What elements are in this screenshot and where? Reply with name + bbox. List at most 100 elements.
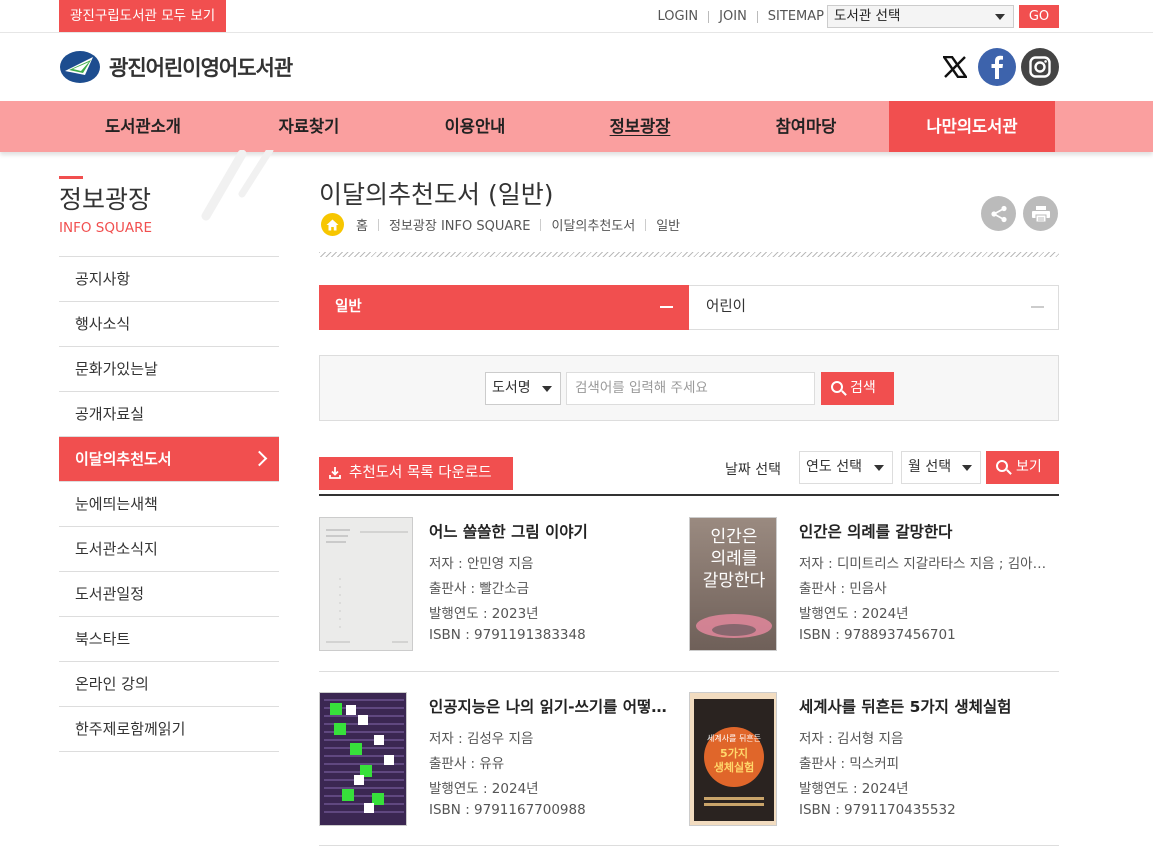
book-author: 저자 : 안민영 지음	[429, 556, 534, 572]
search-field-select[interactable]: 도서명	[485, 372, 561, 405]
sidebar-subtitle: INFO SQUARE	[59, 220, 152, 236]
book-cover[interactable]	[319, 692, 407, 826]
book-item[interactable]: 인간은 의례를 갈망한다 인간은 의례를 갈망한다 저자 : 디미트리스 지갈라…	[689, 517, 1049, 657]
nav-item-search-materials[interactable]: 자료찾기	[225, 101, 393, 152]
sidebar-item-public-archive[interactable]: 공개자료실	[59, 392, 279, 437]
book-item[interactable]: 어느 쓸쓸한 그림 이야기 저자 : 안민영 지음 출판사 : 빨간소금 발행연…	[319, 517, 679, 657]
library-select[interactable]: 도서관 선택	[827, 5, 1014, 28]
search-icon	[996, 460, 1008, 472]
download-button-label: 추천도서 목록 다운로드	[349, 465, 492, 481]
nav-item-about[interactable]: 도서관소개	[59, 101, 227, 152]
book-publisher: 출판사 : 빨간소금	[429, 581, 530, 597]
nav-item-participation[interactable]: 참여마당	[722, 101, 890, 152]
book-title[interactable]: 어느 쓸쓸한 그림 이야기	[429, 520, 679, 542]
minus-icon	[1031, 306, 1044, 308]
chevron-down-icon	[874, 465, 884, 471]
view-button[interactable]: 보기	[986, 451, 1059, 484]
home-icon[interactable]	[321, 213, 344, 236]
chevron-down-icon	[962, 465, 972, 471]
logo-emblem-icon	[60, 51, 100, 83]
view-button-label: 보기	[1016, 459, 1042, 475]
sidebar-item-recommended-books[interactable]: 이달의추천도서	[59, 437, 279, 482]
all-libraries-button[interactable]: 광진구립도서관 모두 보기	[59, 0, 227, 32]
sitemap-link[interactable]: SITEMAP	[768, 9, 824, 24]
sidebar-title-accent	[59, 176, 83, 179]
sidebar-item-bookstart[interactable]: 북스타트	[59, 617, 279, 662]
sidebar-item-newsletter[interactable]: 도서관소식지	[59, 527, 279, 572]
sidebar-item-label: 이달의추천도서	[75, 450, 172, 468]
join-link[interactable]: JOIN	[719, 9, 747, 24]
book-title[interactable]: 인공지능은 나의 읽기-쓰기를 어떻게 바꿀까	[429, 695, 679, 717]
book-title[interactable]: 인간은 의례를 갈망한다	[799, 520, 1049, 542]
go-button[interactable]: GO	[1019, 5, 1059, 28]
facebook-icon[interactable]	[978, 48, 1016, 86]
sidebar-title: 정보광장	[59, 185, 152, 214]
book-year: 발행연도 : 2024년	[799, 781, 909, 797]
sidebar-menu: 공지사항 행사소식 문화가있는날 공개자료실 이달의추천도서 눈에띄는새책 도서…	[59, 256, 279, 752]
svg-text:갈망한다: 갈망한다	[703, 571, 766, 591]
book-cover[interactable]	[319, 517, 413, 651]
book-isbn: ISBN : 9791170435532	[799, 802, 956, 818]
sidebar-item-schedule[interactable]: 도서관일정	[59, 572, 279, 617]
decorative-stripes	[201, 150, 274, 221]
svg-text:세계사를 뒤흔든: 세계사를 뒤흔든	[707, 733, 761, 743]
tab-general[interactable]: 일반	[319, 285, 689, 330]
top-utility-bar: 광진구립도서관 모두 보기 LOGIN JOIN SITEMAP 도서관 선택 …	[0, 0, 1153, 33]
year-select-value: 연도 선택	[806, 459, 862, 475]
search-field-value: 도서명	[492, 380, 531, 396]
site-logo[interactable]: 광진어린이영어도서관	[59, 49, 293, 85]
sidebar-item-one-topic-reading[interactable]: 한주제로함께읽기	[59, 707, 279, 752]
breadcrumb-recommended[interactable]: 이달의추천도서	[551, 215, 635, 234]
month-select-value: 월 선택	[908, 459, 952, 475]
book-item[interactable]: 세계사를 뒤흔든 5가지 생체실험 세계사를 뒤흔든 5가지 생체실험 저자 :…	[689, 692, 1049, 832]
month-select[interactable]: 월 선택	[901, 451, 981, 484]
sidebar-item-online-lecture[interactable]: 온라인 강의	[59, 662, 279, 707]
download-list-button[interactable]: 추천도서 목록 다운로드	[319, 457, 513, 490]
year-select[interactable]: 연도 선택	[799, 451, 893, 484]
tab-children[interactable]: 어린이	[690, 285, 1060, 330]
download-icon	[329, 467, 341, 479]
breadcrumb-info-square[interactable]: 정보광장 INFO SQUARE	[389, 215, 531, 234]
x-twitter-icon[interactable]	[936, 48, 974, 86]
book-author: 저자 : 김성우 지음	[429, 731, 534, 747]
instagram-icon[interactable]	[1021, 48, 1059, 86]
sidebar-item-notices[interactable]: 공지사항	[59, 257, 279, 302]
sidebar-item-events[interactable]: 행사소식	[59, 302, 279, 347]
page-title: 이달의추천도서 (일반)	[319, 180, 554, 209]
search-button[interactable]: 검색	[821, 372, 894, 405]
nav-item-info-square[interactable]: 정보광장	[556, 101, 724, 152]
logo-text: 광진어린이영어도서관	[109, 56, 293, 80]
search-input[interactable]: 검색어를 입력해 주세요	[566, 372, 815, 405]
divider	[756, 10, 758, 23]
book-item[interactable]: 인공지능은 나의 읽기-쓰기를 어떻게 바꿀까 저자 : 김성우 지음 출판사 …	[319, 692, 679, 832]
date-select-label: 날짜 선택	[725, 462, 781, 478]
sidebar-item-new-books[interactable]: 눈에띄는새책	[59, 482, 279, 527]
divider	[377, 218, 379, 231]
chevron-down-icon	[995, 14, 1005, 20]
row-divider	[319, 845, 1059, 846]
breadcrumb-home[interactable]: 홈	[356, 215, 368, 234]
book-cover[interactable]: 세계사를 뒤흔든 5가지 생체실험	[689, 692, 777, 826]
book-year: 발행연도 : 2024년	[429, 781, 539, 797]
minus-icon	[660, 306, 673, 308]
category-tabs: 일반 어린이	[319, 285, 1059, 330]
book-publisher: 출판사 : 민음사	[799, 581, 887, 597]
book-isbn: ISBN : 9791167700988	[429, 802, 586, 818]
chevron-down-icon	[542, 386, 552, 392]
book-cover[interactable]: 인간은 의례를 갈망한다	[689, 517, 777, 651]
book-publisher: 출판사 : 유유	[429, 756, 505, 772]
book-year: 발행연도 : 2024년	[799, 606, 909, 622]
breadcrumb: 홈 정보광장 INFO SQUARE 이달의추천도서 일반	[321, 213, 680, 236]
search-panel: 도서명 검색어를 입력해 주세요 검색	[319, 355, 1059, 421]
nav-item-guide[interactable]: 이용안내	[391, 101, 559, 152]
divider	[540, 218, 542, 231]
svg-text:의례를: 의례를	[711, 549, 758, 569]
nav-item-my-library[interactable]: 나만의도서관	[889, 101, 1055, 152]
svg-text:생체실험: 생체실험	[714, 760, 754, 774]
share-icon[interactable]	[981, 196, 1016, 231]
sidebar-item-culture-day[interactable]: 문화가있는날	[59, 347, 279, 392]
print-icon[interactable]	[1023, 196, 1058, 231]
book-author: 저자 : 김서형 지음	[799, 731, 904, 747]
login-link[interactable]: LOGIN	[658, 9, 699, 24]
book-title[interactable]: 세계사를 뒤흔든 5가지 생체실험	[799, 695, 1049, 717]
